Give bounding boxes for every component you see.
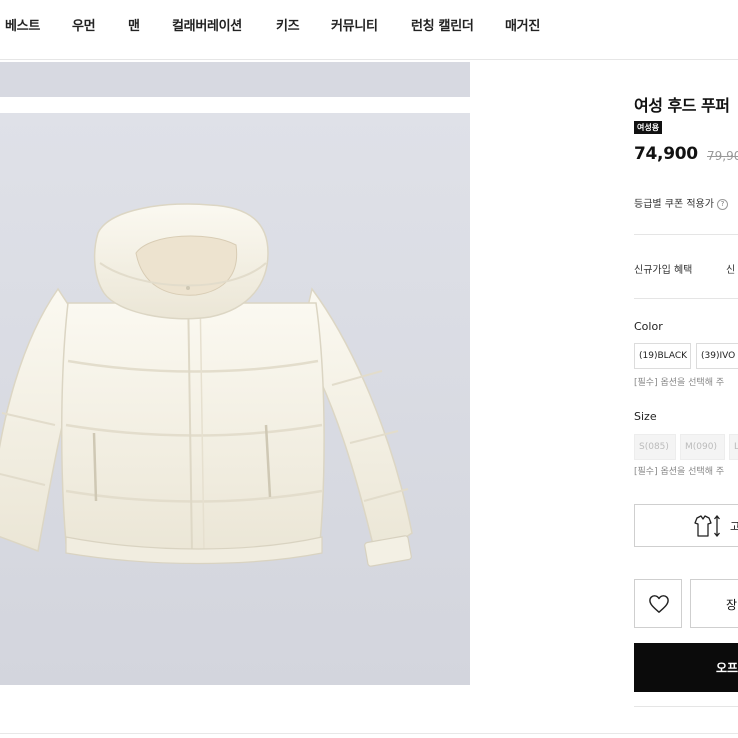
help-icon[interactable]: ? (716, 199, 728, 210)
size-required-notice: [필수] 옵션을 선택해 주 (634, 467, 725, 477)
divider (634, 298, 738, 299)
coupon-label-text: 등급별 쿠폰 적용가 (634, 199, 714, 210)
divider (634, 706, 738, 707)
nav-item-best[interactable]: 베스트 (5, 15, 40, 34)
color-section-label: Color (634, 320, 663, 333)
color-option-black[interactable]: (19)BLACK (634, 343, 691, 369)
gallery-previous-image-strip[interactable] (0, 62, 470, 97)
original-price: 79,90 (707, 149, 738, 163)
top-navigation: 베스트 우먼 맨 컬래버레이션 키즈 커뮤니티 런칭 캘린더 매거진 (0, 0, 738, 60)
wishlist-button[interactable] (634, 579, 682, 628)
signup-benefit-value: 신 (726, 265, 736, 276)
buy-now-label: 오프 (716, 661, 738, 675)
color-required-notice: [필수] 옵션을 선택해 주 (634, 378, 725, 388)
product-main-image (0, 113, 470, 685)
nav-item-community[interactable]: 커뮤니티 (331, 15, 378, 34)
buy-now-button[interactable]: 오프 (634, 643, 738, 692)
nav-item-women[interactable]: 우먼 (72, 15, 96, 34)
nav-item-kids[interactable]: 키즈 (276, 15, 300, 34)
add-to-cart-label: 장 (726, 598, 738, 612)
size-option-l[interactable]: L (729, 434, 738, 460)
signup-benefit-label: 신규가입 혜택 (634, 265, 693, 276)
gender-badge: 여성용 (634, 121, 663, 134)
size-section-label: Size (634, 410, 657, 423)
bottom-divider (0, 733, 738, 734)
divider (634, 234, 738, 235)
size-option-s[interactable]: S(085) (634, 434, 676, 460)
nav-item-magazine[interactable]: 매거진 (505, 15, 540, 34)
coupon-price-label: 등급별 쿠폰 적용가? (634, 195, 728, 210)
sale-price: 74,900 (634, 144, 698, 164)
shirt-ruler-icon (694, 515, 720, 537)
heart-icon (649, 595, 669, 613)
product-title: 여성 후드 푸퍼 (634, 96, 730, 115)
size-option-m[interactable]: M(090) (680, 434, 725, 460)
nav-item-collaboration[interactable]: 컬래버레이션 (172, 15, 242, 34)
add-to-cart-button[interactable]: 장 (690, 579, 738, 628)
color-option-ivory[interactable]: (39)IVO (696, 343, 738, 369)
nav-item-men[interactable]: 맨 (128, 15, 140, 34)
nav-item-launch-calendar[interactable]: 런칭 캘린더 (411, 15, 474, 34)
puffer-jacket-image (0, 113, 470, 685)
product-info-panel: 여성 후드 푸퍼 여성용 74,900 79,90 등급별 쿠폰 적용가? 신규… (634, 0, 738, 738)
size-guide-label: 고 (730, 520, 738, 533)
size-guide-button[interactable]: 고 (634, 504, 738, 547)
